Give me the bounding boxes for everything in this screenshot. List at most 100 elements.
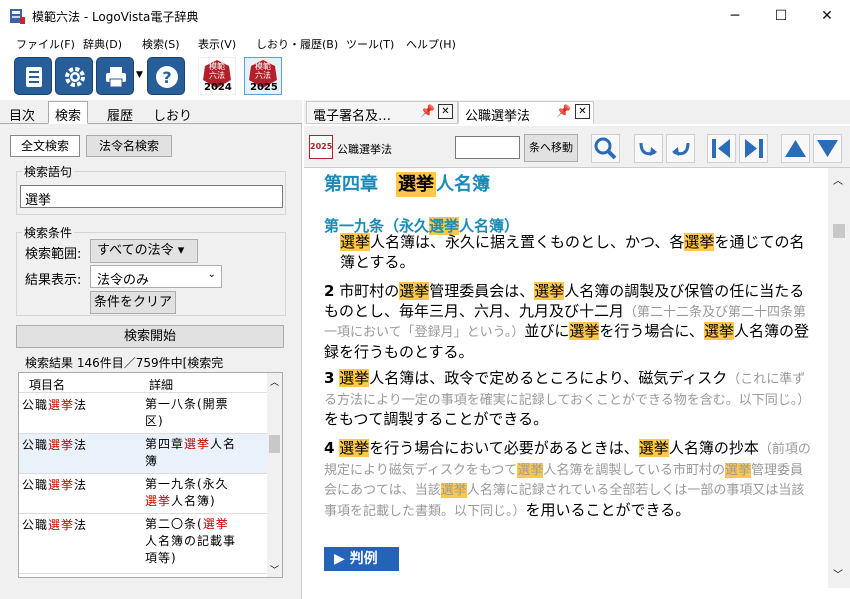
result-row[interactable]: 公職選挙法 第二〇条(選挙 人名簿の記載事 項等) <box>19 514 267 574</box>
tab-contents[interactable]: 目次 <box>2 101 42 124</box>
menu-view[interactable]: 表示(V) <box>198 36 236 52</box>
previous-article-button[interactable] <box>707 134 736 163</box>
find-button[interactable] <box>591 134 620 163</box>
result-item-text: 公職 <box>22 518 49 532</box>
next-article-button[interactable] <box>739 134 768 163</box>
results-status: 検索結果 146件目／759件中[検索完 <box>25 356 224 370</box>
search-match-highlight: 選挙 <box>339 369 370 387</box>
paragraph-text: 市町村の <box>334 282 400 300</box>
menu-search[interactable]: 検索(S) <box>142 36 180 52</box>
article-scrollbar[interactable]: ︿ ﹀ <box>828 168 850 588</box>
article-view: 第四章 選挙 人名簿 第一九条（永久選挙人名簿） 選挙人名簿は、永久に据え置くもの… <box>304 168 828 599</box>
result-display-label: 結果表示: <box>25 273 82 288</box>
triangle-up-icon <box>785 140 806 157</box>
fulltext-search-tab[interactable]: 全文検索 <box>10 135 80 157</box>
paragraph-text: 人名簿の抄本 <box>668 439 759 457</box>
scroll-thumb[interactable] <box>833 224 845 238</box>
tab-doc-election-law[interactable]: 公職選挙法 <box>458 101 594 124</box>
next-match-button[interactable] <box>634 134 663 163</box>
search-match-highlight: 選挙 <box>339 439 370 457</box>
arrow-return-right-icon <box>639 142 657 156</box>
paragraph-text: を用いることができる。 <box>525 500 691 519</box>
svg-text:?: ? <box>162 68 171 87</box>
menu-dictionary[interactable]: 辞典(D) <box>83 36 122 52</box>
law-name-search-tab[interactable]: 法令名検索 <box>86 135 172 157</box>
tab-search[interactable]: 検索 <box>48 101 89 124</box>
dictionary-list-button[interactable] <box>14 57 52 95</box>
result-item-text: 法 <box>74 478 88 492</box>
book-2025-line2: 六法 <box>255 71 271 80</box>
paragraph-4: 4 選挙を行う場合において必要があるときは、選挙人名簿の抄本（前項の規定により磁… <box>324 439 814 521</box>
search-match-highlight: 選挙 <box>684 233 715 251</box>
paragraph-text: をもつて調製することができる。 <box>324 410 549 428</box>
article-jump-button[interactable]: 条へ移動 <box>524 134 578 162</box>
result-item-text: 法 <box>74 398 88 412</box>
menu-help[interactable]: ヘルプ(H) <box>406 36 456 52</box>
clear-conditions-button[interactable]: 条件をクリア <box>90 291 176 314</box>
start-search-button[interactable]: 検索開始 <box>16 325 284 348</box>
tab-close-icon[interactable]: ✕ <box>438 104 453 119</box>
tab-doc-esignature-label: 電子署名及… <box>313 109 392 124</box>
help-button[interactable]: ? <box>147 57 185 95</box>
result-detail-match: 選挙 <box>145 494 172 508</box>
previous-match-button[interactable] <box>666 134 695 163</box>
book-2025-line1: 模範 <box>255 62 271 71</box>
scroll-down-icon[interactable]: ﹀ <box>833 566 843 581</box>
close-button[interactable]: ✕ <box>804 0 850 32</box>
result-item-match: 選挙 <box>48 518 75 532</box>
paragraph-1: 選挙人名簿は、永久に据え置くものとし、かつ、各選挙を通じての名簿とする。 <box>340 233 814 272</box>
paragraph-2: 2 市町村の選挙管理委員会は、選挙人名簿の調製及び保管の任に当たるものとし、毎年… <box>324 282 814 362</box>
maximize-button[interactable]: ☐ <box>758 0 804 32</box>
result-item-text: 公職 <box>22 398 49 412</box>
result-row[interactable]: 公職選挙法 第一八条(開票 区) <box>19 394 267 434</box>
tab-doc-esignature[interactable]: 電子署名及… <box>306 101 458 124</box>
scroll-thumb[interactable] <box>269 435 280 453</box>
result-display-select[interactable]: 法令のみ ⌄ <box>90 265 222 288</box>
result-row[interactable]: 公職選挙法 第一九条(永久 選挙人名簿) <box>19 474 267 514</box>
chapter-heading-text: 第四章 <box>324 174 396 195</box>
search-icon <box>594 137 617 160</box>
results-scrollbar[interactable]: ︿ ﹀ <box>267 373 282 577</box>
tab-history[interactable]: 履歴 <box>100 101 140 124</box>
search-match-highlight: 選挙 <box>703 322 734 340</box>
chevron-down-icon: ⌄ <box>207 269 216 280</box>
menu-tools[interactable]: ツール(T) <box>346 36 394 52</box>
book-2024-button[interactable]: 模範 六法 2024 <box>198 57 236 95</box>
paragraph-text: 人名簿は、永久に据え置くものとし、かつ、各 <box>370 233 685 251</box>
precedent-button[interactable]: ▶ 判例 <box>324 547 399 571</box>
scroll-up-icon[interactable]: ︿ <box>833 172 843 187</box>
search-term-input[interactable]: 選挙 <box>20 185 283 208</box>
pin-icon[interactable]: 📌 <box>556 104 571 118</box>
law-name-label: 公職選挙法 <box>337 143 392 156</box>
help-icon: ? <box>156 66 178 88</box>
result-detail-text: 区) <box>145 414 164 428</box>
print-button[interactable] <box>96 57 134 95</box>
minimize-button[interactable]: ─ <box>712 0 758 32</box>
book-2025-year: 2025 <box>250 82 278 93</box>
search-match-highlight: 選挙 <box>534 282 565 300</box>
result-detail-text: 項等) <box>145 551 177 565</box>
result-item-match: 選挙 <box>48 478 75 492</box>
printer-icon <box>106 67 126 88</box>
article-jump-input[interactable] <box>455 136 520 159</box>
paragraph-text: を行う場合において必要があるときは、 <box>369 439 639 457</box>
search-term-label: 検索語句 <box>22 163 75 180</box>
search-range-dropdown[interactable]: すべての法令 ▾ <box>90 239 198 263</box>
triangle-down-icon <box>817 140 838 157</box>
book-2025-button[interactable]: 模範 六法 2025 <box>244 57 282 95</box>
scroll-up-icon[interactable]: ︿ <box>270 375 279 388</box>
page-down-button[interactable] <box>813 134 842 163</box>
menu-file[interactable]: ファイル(F) <box>16 36 75 52</box>
scroll-down-icon[interactable]: ﹀ <box>270 563 279 576</box>
tab-close-icon[interactable]: ✕ <box>575 104 590 119</box>
result-detail-text: 人名簿) <box>171 494 216 508</box>
print-dropdown-arrow-icon[interactable]: ▼ <box>136 70 143 80</box>
results-list: 項目名 詳細 公職選挙法 第一八条(開票 区) 公職選挙法 第四章選挙人名簿 公職… <box>18 372 283 578</box>
settings-button[interactable] <box>55 57 93 95</box>
pin-icon[interactable]: 📌 <box>420 104 435 118</box>
tab-bookmarks[interactable]: しおり <box>146 101 199 124</box>
result-row-selected[interactable]: 公職選挙法 第四章選挙人名簿 <box>19 434 267 474</box>
menu-bookmarks-history[interactable]: しおり・履歴(B) <box>256 36 338 52</box>
search-match-highlight: 選挙 <box>724 462 751 478</box>
page-up-button[interactable] <box>781 134 810 163</box>
